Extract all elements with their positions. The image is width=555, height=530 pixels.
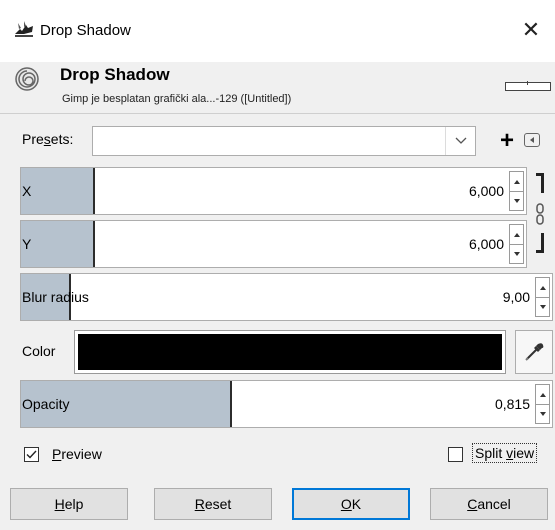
header-divider	[0, 113, 555, 114]
preview-size-slider[interactable]	[505, 81, 551, 91]
preset-menu-icon[interactable]	[524, 133, 540, 147]
offset-x-decrement[interactable]	[510, 191, 523, 210]
image-subtitle: Gimp je besplatan grafički ala...-129 ([…	[62, 93, 292, 105]
gimp-wilber-icon	[14, 20, 34, 38]
checkmark-icon	[26, 450, 37, 459]
preview-checkbox[interactable]	[24, 447, 39, 462]
gimp-spiral-icon	[14, 66, 40, 92]
offset-x-spinscale[interactable]: X 6,000	[20, 167, 527, 215]
blur-radius-label: Blur radius	[22, 289, 89, 305]
opacity-increment[interactable]	[536, 385, 549, 405]
opacity-arrows	[535, 384, 550, 424]
split-view-label[interactable]: Split view	[472, 443, 538, 463]
offset-y-arrows	[509, 224, 524, 264]
chevron-down-icon[interactable]	[445, 127, 475, 155]
cancel-button[interactable]: Cancel	[430, 488, 548, 520]
blur-radius-decrement[interactable]	[536, 297, 549, 316]
offset-x-label: X	[22, 183, 32, 199]
opacity-decrement[interactable]	[536, 404, 549, 423]
eyedropper-icon[interactable]	[515, 330, 553, 374]
offset-y-increment[interactable]	[510, 225, 523, 245]
offset-y-fill	[21, 221, 95, 267]
blur-radius-spinscale[interactable]: Blur radius 9,00	[20, 273, 553, 321]
presets-label: Presets:	[22, 131, 74, 147]
opacity-value: 0,815	[494, 396, 530, 412]
color-swatch	[78, 334, 502, 370]
offset-y-value: 6,000	[468, 236, 504, 252]
split-view-checkbox[interactable]	[448, 447, 463, 462]
reset-button[interactable]: Reset	[154, 488, 272, 520]
offset-x-value: 6,000	[468, 183, 504, 199]
offset-y-decrement[interactable]	[510, 244, 523, 263]
help-button[interactable]: Help	[10, 488, 128, 520]
chain-link-icon[interactable]	[535, 202, 545, 226]
dialog-heading: Drop Shadow	[60, 65, 170, 84]
offset-x-increment[interactable]	[510, 172, 523, 192]
offset-x-fill	[21, 168, 95, 214]
opacity-label: Opacity	[22, 396, 70, 412]
blur-radius-arrows	[535, 277, 550, 317]
offset-y-spinscale[interactable]: Y 6,000	[20, 220, 527, 268]
close-button[interactable]: ✕	[515, 14, 547, 46]
preview-label[interactable]: Preview	[52, 446, 102, 462]
color-button[interactable]	[74, 330, 506, 374]
plus-icon[interactable]: +	[495, 126, 519, 156]
offset-x-arrows	[509, 171, 524, 211]
presets-combo[interactable]	[92, 126, 476, 156]
offset-y-label: Y	[22, 236, 32, 252]
blur-radius-increment[interactable]	[536, 278, 549, 298]
blur-radius-value: 9,00	[502, 289, 530, 305]
chain-bracket-bottom	[536, 233, 544, 253]
opacity-spinscale[interactable]: Opacity 0,815	[20, 380, 553, 428]
color-label: Color	[22, 343, 56, 359]
ok-button[interactable]: OK	[292, 488, 410, 520]
chain-bracket-top	[536, 173, 544, 193]
close-icon: ✕	[521, 17, 541, 42]
window-title: Drop Shadow	[40, 22, 131, 39]
